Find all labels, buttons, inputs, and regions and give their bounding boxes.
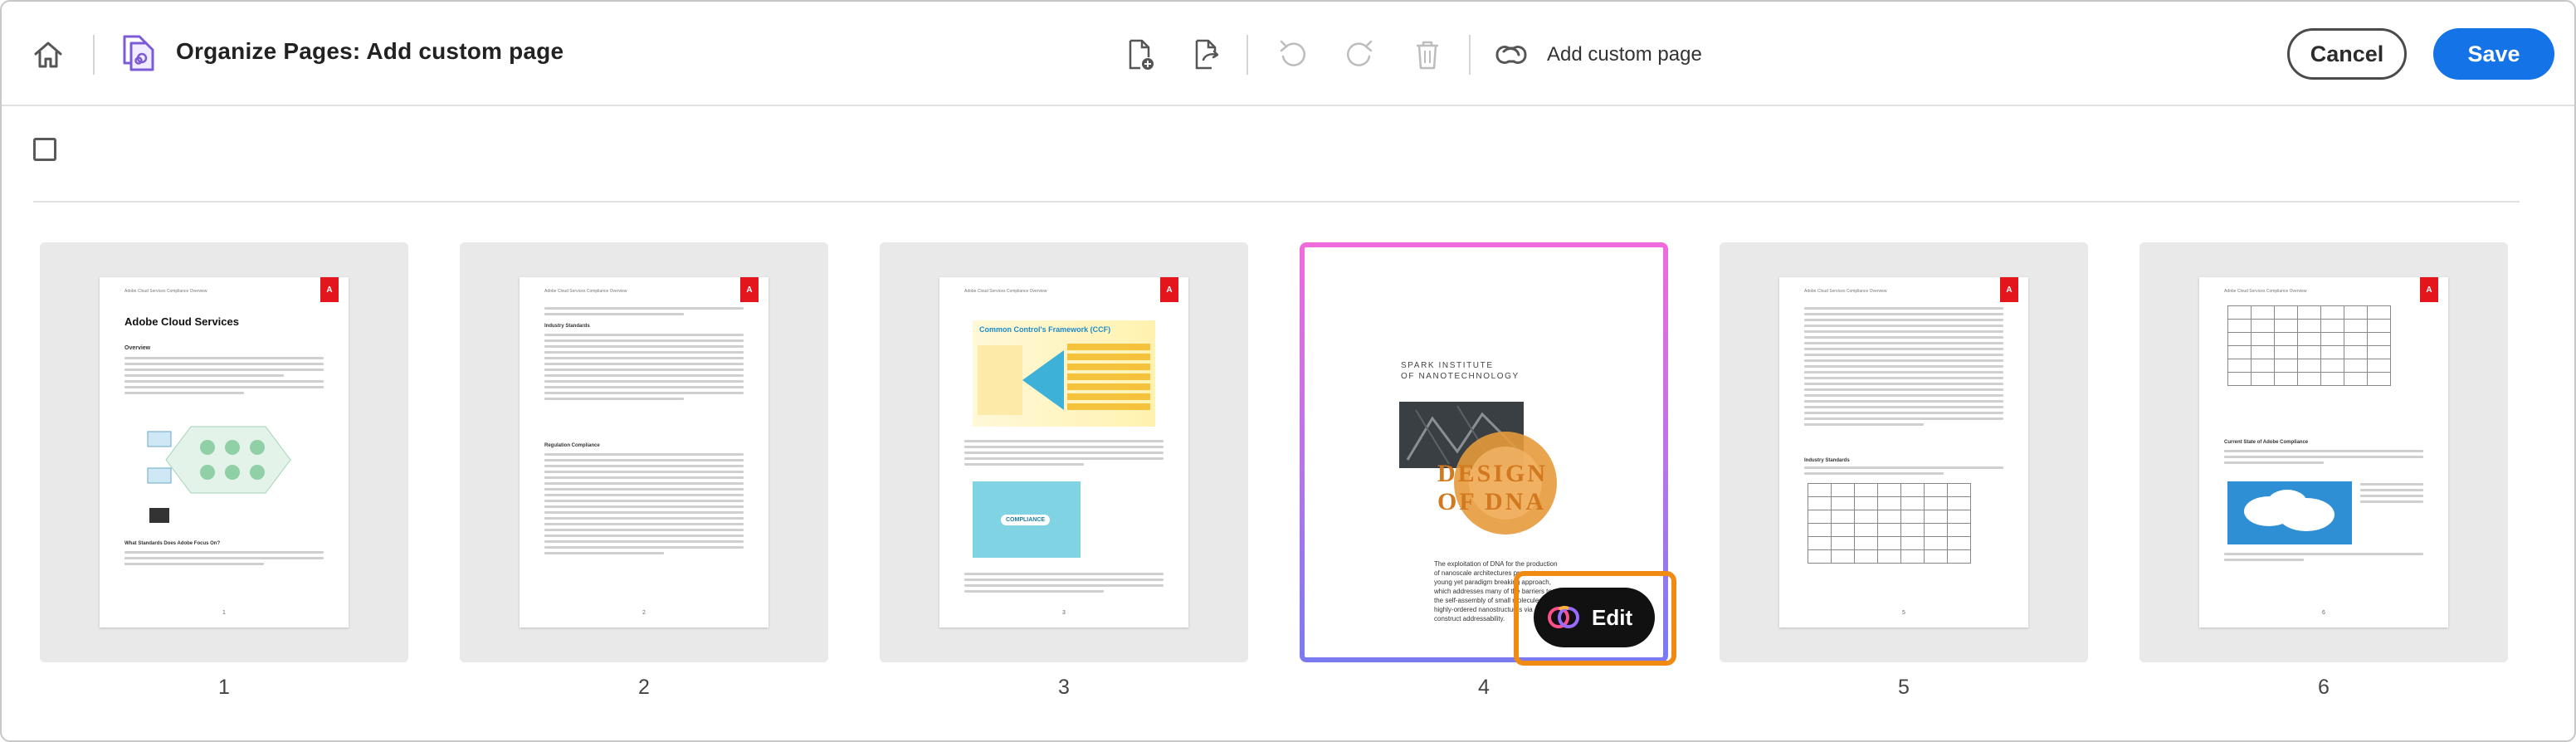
- standards-table: [1808, 483, 1971, 564]
- cover-artwork: DESIGN OF DNA: [1399, 402, 1557, 535]
- link-icon: [1495, 45, 1527, 65]
- svg-text:OF DNA: OF DNA: [1437, 488, 1546, 515]
- diagram-illustration: [141, 410, 315, 535]
- cloud-illustration: [2227, 481, 2352, 544]
- page-thumbnail: Adobe Cloud Services Compliance Overview…: [520, 277, 768, 627]
- compliance-illustration: COMPLIANCE: [973, 481, 1081, 558]
- page-number: 5: [1898, 676, 1910, 699]
- divider: [1247, 35, 1248, 75]
- compliance-table: [2227, 305, 2391, 386]
- page-number: 4: [1478, 676, 1490, 699]
- redo-button[interactable]: [1339, 35, 1379, 75]
- cancel-button[interactable]: Cancel: [2287, 28, 2407, 80]
- adobe-logo-icon: A: [740, 277, 759, 302]
- select-all-checkbox[interactable]: [33, 138, 56, 161]
- adobe-logo-icon: A: [320, 277, 339, 302]
- section-heading: Industry Standards: [1804, 458, 1850, 463]
- page-number: 3: [1058, 676, 1070, 699]
- replace-page-icon: [1195, 39, 1219, 70]
- organization-name: SPARK INSTITUTE OF NANOTECHNOLOGY: [1401, 361, 1520, 381]
- adobe-logo-icon: A: [2420, 277, 2438, 302]
- undo-icon: [1280, 40, 1306, 66]
- page-thumbnail: Adobe Cloud Services Compliance Overview…: [939, 277, 1188, 627]
- undo-button[interactable]: [1273, 35, 1313, 75]
- add-custom-page-button[interactable]: Add custom page: [1492, 33, 1702, 76]
- top-toolbar: Organize Pages: Add custom page Add cust…: [2, 2, 2574, 106]
- figure-title: Common Control's Framework (CCF): [979, 325, 1111, 334]
- page-thumbnail-card[interactable]: Adobe Cloud Services Compliance Overview…: [40, 242, 408, 662]
- divider: [93, 35, 95, 75]
- edit-button[interactable]: Edit: [1534, 588, 1655, 647]
- page-thumbnail: Adobe Cloud Services Compliance Overview…: [1779, 277, 2028, 627]
- page-thumbnail: Adobe Cloud Services Compliance Overview…: [2199, 277, 2448, 627]
- insert-page-icon: [1129, 39, 1154, 70]
- page-thumbnail-card[interactable]: Adobe Cloud Services Compliance Overview…: [2139, 242, 2508, 662]
- page-number: 2: [638, 676, 650, 699]
- organize-pages-window: Organize Pages: Add custom page Add cust…: [0, 0, 2576, 742]
- creative-cloud-icon: [1548, 605, 1579, 628]
- section-heading: Overview: [124, 345, 151, 351]
- redo-icon: [1346, 40, 1373, 66]
- document-title: Adobe Cloud Services: [124, 315, 239, 328]
- insert-page-button[interactable]: [1120, 35, 1160, 75]
- delete-page-button[interactable]: [1408, 35, 1447, 75]
- page-thumbnail-card[interactable]: Adobe Cloud Services Compliance Overview…: [460, 242, 828, 662]
- page-thumbnail-card[interactable]: Adobe Cloud Services Compliance Overview…: [880, 242, 1248, 662]
- replace-page-button[interactable]: [1187, 35, 1227, 75]
- page-thumbnail: Adobe Cloud Services Compliance Overview…: [100, 277, 349, 627]
- organize-pages-icon: [118, 32, 161, 75]
- adobe-logo-icon: A: [1160, 277, 1178, 302]
- ccf-figure: Common Control's Framework (CCF): [973, 320, 1155, 427]
- save-button[interactable]: Save: [2433, 28, 2554, 80]
- home-button[interactable]: [25, 35, 71, 75]
- home-icon: [34, 41, 62, 68]
- divider: [33, 201, 2520, 203]
- adobe-logo-icon: A: [2000, 277, 2018, 302]
- section-heading: Regulation Compliance: [544, 443, 600, 448]
- page-number: 1: [218, 676, 230, 699]
- section-heading: Current State of Adobe Compliance: [2224, 440, 2309, 445]
- add-custom-page-label: Add custom page: [1547, 43, 1702, 66]
- page-thumbnail-card[interactable]: Adobe Cloud Services Compliance Overview…: [1720, 242, 2088, 662]
- page-title: Organize Pages: Add custom page: [176, 38, 564, 64]
- divider: [1469, 35, 1471, 75]
- page-number: 6: [2318, 676, 2330, 699]
- edit-label: Edit: [1592, 604, 1633, 630]
- trash-icon: [1417, 41, 1438, 70]
- svg-text:DESIGN: DESIGN: [1437, 460, 1548, 487]
- section-heading: Industry Standards: [544, 324, 590, 329]
